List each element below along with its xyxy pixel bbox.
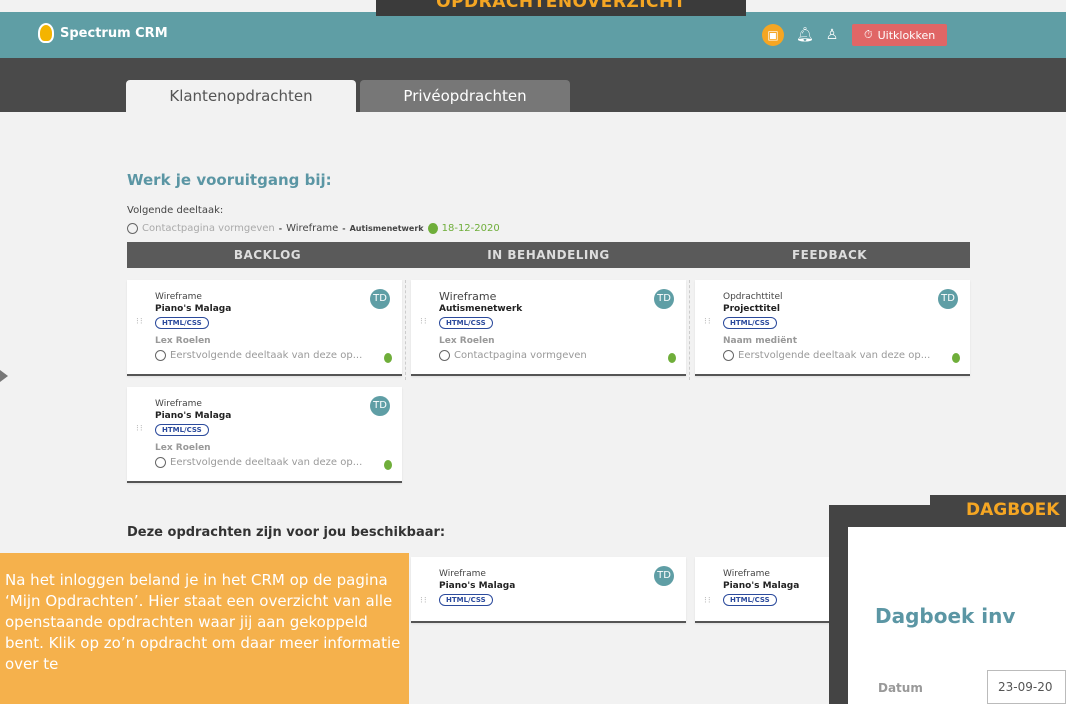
column-backlog: BACKLOG bbox=[233, 248, 302, 262]
timer-icon bbox=[427, 223, 438, 234]
kanban-header: BACKLOG IN BEHANDELING FEEDBACK bbox=[127, 242, 970, 268]
card-type: Wireframe bbox=[155, 399, 202, 409]
clock-icon: ⏱︎ bbox=[864, 28, 873, 41]
drag-handle-icon[interactable]: ⁝⁝ bbox=[420, 597, 428, 606]
card-type: Wireframe bbox=[723, 569, 770, 579]
card-task-text: Contactpagina vormgeven bbox=[454, 350, 587, 361]
explanation-note: Na het inloggen beland je in het CRM op … bbox=[0, 553, 409, 704]
card-tag: HTML/CSS bbox=[723, 594, 777, 606]
card-project: Piano's Malaga bbox=[155, 304, 232, 314]
task-card[interactable]: ⁝⁝ Wireframe Autismenetwerk HTML/CSS Lex… bbox=[411, 280, 686, 376]
card-project: Piano's Malaga bbox=[439, 581, 516, 591]
task-card[interactable]: ⁝⁝ Wireframe Piano's Malaga HTML/CSS Lex… bbox=[127, 387, 402, 483]
card-type: Wireframe bbox=[439, 290, 497, 303]
next-task-line[interactable]: Contactpagina vormgeven - Wireframe - Au… bbox=[127, 223, 500, 234]
callout-arrow-icon bbox=[0, 370, 8, 382]
card-task-text: Eerstvolgende deeltaak van deze op... bbox=[738, 350, 931, 361]
avatar[interactable]: TD bbox=[370, 396, 390, 416]
card-next-task[interactable]: Eerstvolgende deeltaak van deze op... bbox=[155, 457, 375, 468]
column-in-behandeling: IN BEHANDELING bbox=[487, 248, 610, 262]
header-actions: ▣ 🔔︎ ♙ ⏱︎ Uitklokken bbox=[762, 24, 948, 46]
date-label: Datum bbox=[878, 681, 923, 695]
timer-icon[interactable] bbox=[384, 353, 392, 363]
avatar[interactable]: TD bbox=[654, 566, 674, 586]
card-task-text: Eerstvolgende deeltaak van deze op... bbox=[170, 457, 363, 468]
drag-handle-icon[interactable]: ⁝⁝ bbox=[704, 597, 712, 606]
tab-klantenopdrachten[interactable]: Klantenopdrachten bbox=[126, 80, 356, 112]
card-next-task[interactable]: Eerstvolgende deeltaak van deze op... bbox=[155, 350, 375, 361]
dagboek-banner: DAGBOEK bbox=[930, 495, 1066, 521]
clock-out-button[interactable]: ⏱︎ Uitklokken bbox=[852, 24, 948, 46]
task-card[interactable]: ⁝⁝ Wireframe Piano's Malaga HTML/CSS Lex… bbox=[127, 280, 402, 376]
next-task-type: Wireframe bbox=[286, 223, 339, 234]
app-logo[interactable]: Spectrum CRM bbox=[38, 23, 168, 43]
calendar-icon[interactable]: ▣ bbox=[762, 24, 784, 46]
next-task-project: Autismenetwerk bbox=[349, 224, 424, 233]
avatar[interactable]: TD bbox=[938, 289, 958, 309]
card-task-text: Eerstvolgende deeltaak van deze op... bbox=[170, 350, 363, 361]
timer-icon[interactable] bbox=[668, 353, 676, 363]
separator-1: - bbox=[278, 224, 283, 233]
drag-handle-icon[interactable]: ⁝⁝ bbox=[136, 318, 144, 327]
next-task-name: Contactpagina vormgeven bbox=[142, 223, 275, 234]
timer-icon[interactable] bbox=[384, 460, 392, 470]
timer-icon[interactable] bbox=[952, 353, 960, 363]
task-checkbox-icon[interactable] bbox=[723, 350, 734, 361]
card-tag: HTML/CSS bbox=[155, 317, 209, 329]
card-next-task[interactable]: Contactpagina vormgeven bbox=[439, 350, 659, 361]
drag-handle-icon[interactable]: ⁝⁝ bbox=[420, 318, 428, 327]
card-tag: HTML/CSS bbox=[723, 317, 777, 329]
card-person: Lex Roelen bbox=[155, 336, 211, 346]
column-divider bbox=[689, 280, 690, 380]
tab-priveopdrachten[interactable]: Privéopdrachten bbox=[360, 80, 570, 112]
task-checkbox-icon[interactable] bbox=[155, 457, 166, 468]
task-checkbox-icon[interactable] bbox=[155, 350, 166, 361]
column-divider bbox=[405, 280, 406, 380]
progress-title: Werk je vooruitgang bij: bbox=[127, 171, 332, 189]
avatar[interactable]: TD bbox=[370, 289, 390, 309]
card-person: Naam mediënt bbox=[723, 336, 798, 346]
avatar[interactable]: TD bbox=[654, 289, 674, 309]
dagboek-title: Dagboek inv bbox=[875, 604, 1016, 628]
card-next-task[interactable]: Eerstvolgende deeltaak van deze op... bbox=[723, 350, 943, 361]
date-input[interactable]: 23-09-20 bbox=[987, 670, 1066, 704]
top-bar: Spectrum CRM ▣ 🔔︎ ♙ ⏱︎ Uitklokken bbox=[0, 12, 1066, 58]
page-banner-title: OPDRACHTENOVERZICHT bbox=[376, 0, 746, 16]
app-name: Spectrum CRM bbox=[60, 25, 168, 41]
column-feedback: FEEDBACK bbox=[791, 248, 868, 262]
card-project: Autismenetwerk bbox=[439, 304, 523, 314]
available-title: Deze opdrachten zijn voor jou beschikbaa… bbox=[127, 525, 446, 540]
card-type: Opdrachttitel bbox=[723, 292, 783, 302]
card-project: Piano's Malaga bbox=[155, 411, 232, 421]
separator-2: - bbox=[342, 224, 346, 233]
card-tag: HTML/CSS bbox=[439, 594, 493, 606]
next-task-label: Volgende deeltaak: bbox=[127, 205, 224, 216]
card-project: Piano's Malaga bbox=[723, 581, 800, 591]
clock-out-label: Uitklokken bbox=[877, 28, 936, 42]
card-type: Wireframe bbox=[155, 292, 202, 302]
available-card[interactable]: ⁝⁝ Wireframe Piano's Malaga HTML/CSS TD bbox=[411, 557, 686, 623]
card-type: Wireframe bbox=[439, 569, 486, 579]
card-tag: HTML/CSS bbox=[155, 424, 209, 436]
task-checkbox-icon[interactable] bbox=[439, 350, 450, 361]
card-project: Projecttitel bbox=[723, 304, 780, 314]
card-person: Lex Roelen bbox=[155, 443, 211, 453]
task-checkbox-icon[interactable] bbox=[127, 223, 138, 234]
task-card[interactable]: ⁝⁝ Opdrachttitel Projecttitel HTML/CSS N… bbox=[695, 280, 970, 376]
lightbulb-icon bbox=[38, 23, 54, 43]
drag-handle-icon[interactable]: ⁝⁝ bbox=[704, 318, 712, 327]
bell-icon[interactable]: 🔔︎ bbox=[796, 27, 814, 43]
card-tag: HTML/CSS bbox=[439, 317, 493, 329]
card-person: Lex Roelen bbox=[439, 336, 495, 346]
next-task-date: 18-12-2020 bbox=[441, 223, 500, 234]
user-icon[interactable]: ♙ bbox=[824, 27, 840, 43]
drag-handle-icon[interactable]: ⁝⁝ bbox=[136, 425, 144, 434]
